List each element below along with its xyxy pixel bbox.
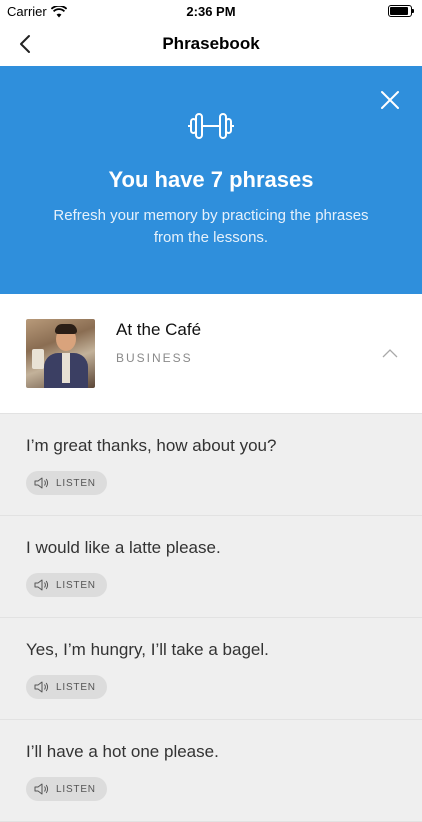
listen-label: LISTEN <box>56 783 96 795</box>
dumbbell-icon <box>188 113 234 139</box>
chevron-up-icon[interactable] <box>382 348 398 358</box>
listen-button[interactable]: LISTEN <box>26 675 107 699</box>
phrase-text: I’ll have a hot one please. <box>26 742 219 761</box>
thumbnail-figure-hair <box>55 324 77 334</box>
phrase-text: I would like a latte please. <box>26 538 221 557</box>
battery-icon <box>388 5 414 17</box>
listen-button[interactable]: LISTEN <box>26 471 107 495</box>
thumbnail-cup <box>32 349 44 369</box>
phrase-text: Yes, I’m hungry, I’ll take a bagel. <box>26 640 269 659</box>
listen-button[interactable]: LISTEN <box>26 777 107 801</box>
close-icon[interactable] <box>380 90 400 110</box>
phrase-item: I would like a latte please. LISTEN <box>0 516 422 618</box>
lesson-card[interactable]: At the Café BUSINESS <box>0 294 422 414</box>
speaker-icon <box>34 579 49 591</box>
status-time: 2:36 PM <box>186 4 236 19</box>
thumbnail-figure-shirt <box>62 353 70 383</box>
speaker-icon <box>34 783 49 795</box>
speaker-icon <box>34 477 49 489</box>
phrase-text: I’m great thanks, how about you? <box>26 436 277 455</box>
speaker-icon <box>34 681 49 693</box>
phrase-item: I’ll have a hot one please. LISTEN <box>0 720 422 822</box>
banner-title: You have 7 phrases <box>108 167 314 192</box>
page-title: Phrasebook <box>162 34 260 53</box>
lesson-category: BUSINESS <box>116 351 193 365</box>
listen-button[interactable]: LISTEN <box>26 573 107 597</box>
listen-label: LISTEN <box>56 681 96 693</box>
phrase-item: Yes, I’m hungry, I’ll take a bagel. LIST… <box>0 618 422 720</box>
listen-label: LISTEN <box>56 477 96 489</box>
listen-label: LISTEN <box>56 579 96 591</box>
banner-subtitle: Refresh your memory by practicing the ph… <box>53 207 369 246</box>
lesson-thumbnail <box>26 319 95 388</box>
phrase-item: I’m great thanks, how about you? LISTEN <box>0 414 422 516</box>
status-bar: Carrier 2:36 PM <box>0 0 422 22</box>
phrases-banner: You have 7 phrases Refresh your memory b… <box>0 66 422 294</box>
phrase-list: I’m great thanks, how about you? LISTEN … <box>0 414 422 822</box>
lesson-title: At the Café <box>116 320 202 339</box>
navigation-bar: Phrasebook <box>0 22 422 66</box>
